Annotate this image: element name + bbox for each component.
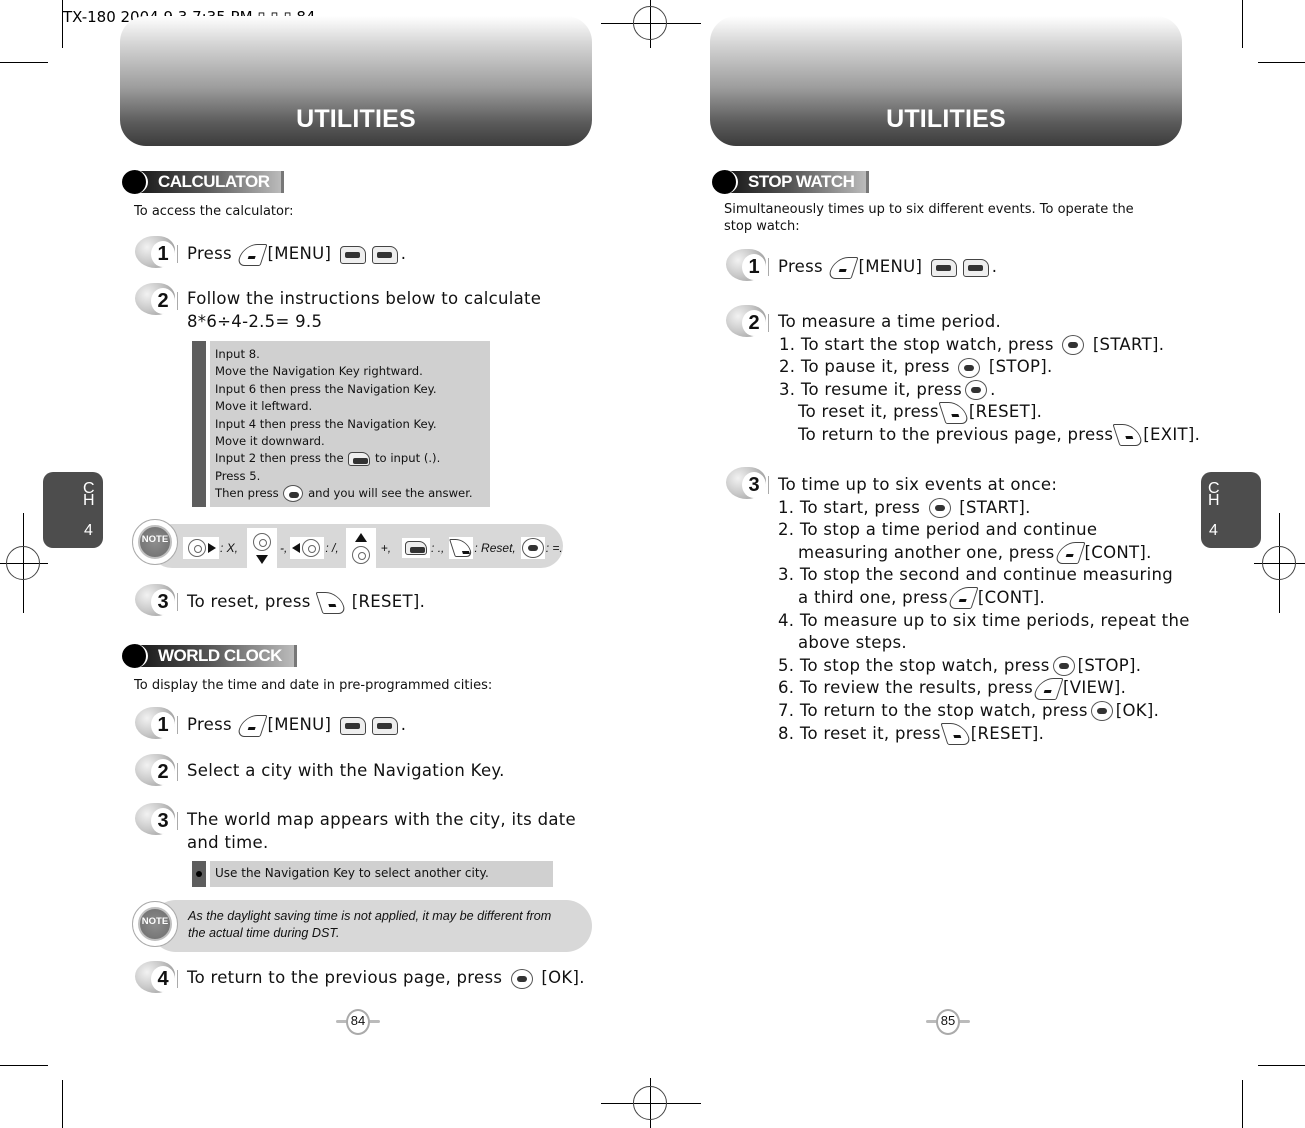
instruction-line: Then press and you will see the answer.: [215, 485, 473, 503]
left-soft-key-icon: [236, 714, 269, 737]
key-5-icon: [371, 716, 398, 735]
step-number-badge: 3: [135, 803, 179, 837]
ok-key-icon: [1090, 701, 1113, 722]
right-soft-key-icon: [315, 591, 347, 614]
calculator-intro: To access the calculator:: [134, 204, 294, 219]
right-chapter-tab: C H 4: [1201, 472, 1261, 548]
nav-key-icon: [253, 532, 272, 551]
calculator-step-2: Follow the instructions below to calcula…: [187, 289, 542, 331]
world-clock-tip: Use the Navigation Key to select another…: [192, 861, 553, 887]
right-soft-key-icon: [938, 401, 970, 424]
instruction-line: Input 2 then press the to input (.).: [215, 451, 441, 466]
arrow-up-icon: [354, 532, 367, 542]
world-clock-step-1: Press [MENU] .: [187, 714, 406, 737]
heading-bullet-icon: [122, 170, 148, 194]
ok-key-icon: [521, 538, 544, 558]
step-number-badge: 3: [135, 584, 179, 618]
right-soft-key-icon: [449, 539, 474, 557]
heading-bullet-icon: [122, 644, 148, 668]
left-soft-key-icon: [1053, 542, 1086, 565]
right-header-title: UTILITIES: [886, 105, 1006, 133]
left-chapter-tab: C H 4: [43, 472, 103, 548]
calculator-step-1: Press [MENU] .: [187, 243, 406, 266]
nav-key-icon: [188, 539, 206, 557]
arrow-right-icon: [208, 543, 216, 553]
nav-key-icon: [302, 539, 321, 557]
menu-key-9-icon: [339, 716, 366, 735]
bullet-icon: [192, 861, 206, 887]
left-soft-key-icon: [236, 243, 269, 266]
ok-key-icon: [1052, 656, 1075, 677]
calculator-instructions-box: Input 8. Move the Navigation Key rightwa…: [192, 341, 490, 507]
left-soft-key-icon: [947, 587, 979, 610]
world-clock-step-4: To return to the previous page, press [O…: [187, 968, 585, 989]
arrow-left-icon: [292, 543, 301, 553]
step-number-badge: 2: [726, 305, 770, 339]
arrow-down-icon: [256, 554, 269, 564]
menu-key-9-icon: [339, 245, 366, 264]
instruction-line: Input 4 then press the Navigation Key.: [215, 416, 437, 431]
instruction-line: Input 6 then press the Navigation Key.: [215, 381, 437, 396]
heading-bullet-icon: [712, 170, 738, 194]
note-icon: NOTE: [132, 519, 178, 565]
chapter-tab-number: 4: [1209, 522, 1218, 539]
menu-key-9-icon: [930, 258, 957, 277]
stop-watch-heading: STOP WATCH: [712, 170, 870, 194]
step-number-badge: 2: [135, 754, 179, 788]
calculator-key-legend: : X, -, : /, +, : ., : Reset, : =.: [182, 528, 563, 568]
world-clock-step-3: The world map appears with the city, its…: [187, 810, 577, 852]
right-soft-key-icon: [940, 723, 972, 746]
nav-key-icon: [351, 545, 370, 564]
right-header-banner: UTILITIES: [710, 16, 1182, 146]
world-clock-heading: WORLD CLOCK: [122, 644, 297, 668]
left-header-title: UTILITIES: [296, 105, 416, 133]
ok-key-icon: [1062, 335, 1085, 356]
instruction-line: Move the Navigation Key rightward.: [215, 364, 423, 379]
stop-watch-step-3: To time up to six events at once: 1. To …: [778, 474, 1190, 746]
calculator-heading-text: CALCULATOR: [158, 172, 270, 191]
world-clock-intro: To display the time and date in pre-prog…: [134, 678, 493, 693]
step-number-badge: 1: [726, 249, 770, 283]
ok-key-icon: [510, 968, 533, 989]
chapter-tab-number: 4: [84, 522, 93, 539]
page-number-85: 85: [926, 1009, 970, 1035]
step-number-badge: 3: [726, 467, 770, 501]
world-clock-step-2: Select a city with the Navigation Key.: [187, 761, 505, 780]
step-number-badge: 4: [135, 961, 179, 995]
instruction-line: Move it leftward.: [215, 399, 313, 414]
star-key-icon: [405, 541, 428, 555]
ok-key-icon: [958, 357, 981, 378]
instruction-line: Move it downward.: [215, 434, 325, 449]
left-soft-key-icon: [1032, 677, 1064, 700]
step-number-badge: 1: [135, 707, 179, 741]
step-number-badge: 1: [135, 236, 179, 270]
chapter-tab-h: H: [83, 492, 95, 509]
stop-watch-heading-text: STOP WATCH: [748, 172, 855, 191]
key-6-icon: [962, 258, 989, 277]
instruction-line: Input 8.: [215, 347, 260, 361]
left-header-banner: UTILITIES: [120, 16, 592, 146]
note-icon: NOTE: [132, 901, 178, 947]
key-4-icon: [371, 245, 398, 264]
step-number-badge: 2: [135, 283, 179, 317]
page-number-84: 84: [336, 1009, 380, 1035]
stop-watch-intro: Simultaneously times up to six different…: [724, 202, 1134, 234]
left-soft-key-icon: [827, 256, 860, 279]
world-clock-heading-text: WORLD CLOCK: [158, 646, 282, 665]
ok-key-icon: [965, 380, 988, 401]
right-soft-key-icon: [1112, 424, 1144, 447]
instruction-line: Press 5.: [215, 468, 261, 483]
ok-key-icon: [928, 498, 951, 519]
ok-key-icon: [283, 485, 304, 503]
star-key-icon: [348, 451, 371, 466]
world-clock-note-text: As the daylight saving time is not appli…: [188, 909, 552, 940]
chapter-tab-h: H: [1208, 492, 1220, 509]
stop-watch-step-2: To measure a time period. 1. To start th…: [778, 311, 1200, 447]
calculator-heading: CALCULATOR: [122, 170, 285, 194]
calculator-step-3: To reset, press [RESET].: [187, 591, 425, 614]
stop-watch-step-1: Press [MENU] .: [778, 256, 997, 279]
